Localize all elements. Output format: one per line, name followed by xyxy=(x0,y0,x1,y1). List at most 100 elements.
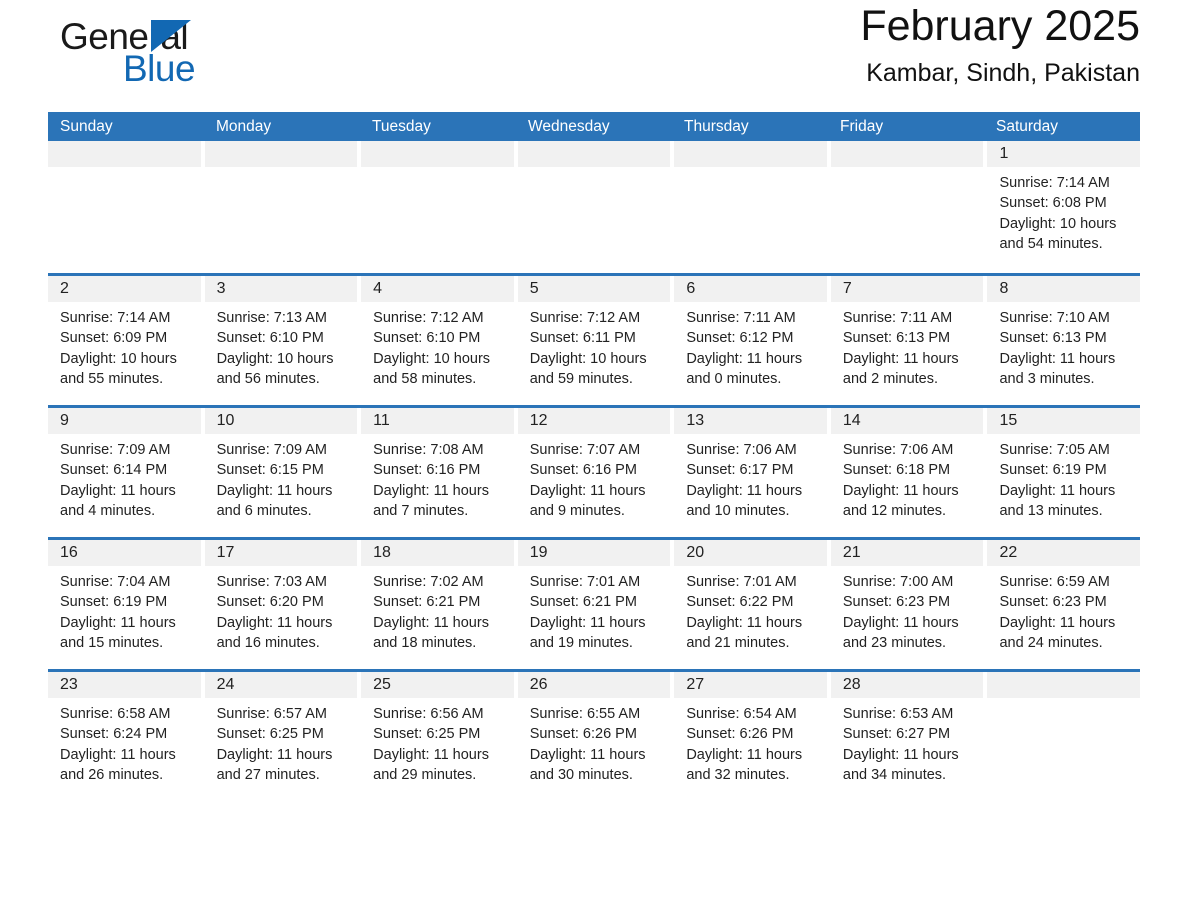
day-cell[interactable]: 5 Sunrise: 7:12 AM Sunset: 6:11 PM Daylight… xyxy=(517,276,671,405)
day-cell[interactable]: 17 Sunrise: 7:03 AM Sunset: 6:20 PM Dayligh… xyxy=(204,540,358,669)
day-info: Sunrise: 6:57 AM Sunset: 6:25 PM Daylight:… xyxy=(205,698,358,785)
day-cell[interactable]: 9 Sunrise: 7:09 AM Sunset: 6:14 PM Daylight… xyxy=(48,408,201,537)
daylight-text: Daylight: 10 hours and 59 minutes. xyxy=(529,350,647,387)
day-cell[interactable]: 22 Sunrise: 6:59 AM Sunset: 6:23 PM Dayligh… xyxy=(987,540,1141,669)
day-cell[interactable]: 21 Sunrise: 7:00 AM Sunset: 6:23 PM Dayligh… xyxy=(830,540,984,669)
day-info: Sunrise: 7:11 AM Sunset: 6:12 PM Daylight:… xyxy=(674,302,827,389)
daylight-text: Daylight: 11 hours and 32 minutes. xyxy=(686,746,803,783)
sunset-text: Sunset: 6:19 PM xyxy=(60,594,168,611)
weekday-header-row: Sunday Monday Tuesday Wednesday Thursday Frid… xyxy=(48,112,1140,141)
day-number: 7 xyxy=(842,280,852,297)
day-number-band: 1 xyxy=(987,141,1141,167)
day-cell[interactable]: 13 Sunrise: 7:06 AM Sunset: 6:17 PM Dayligh… xyxy=(674,408,827,537)
sunset-text: Sunset: 6:16 PM xyxy=(373,462,481,479)
day-cell[interactable]: 24 Sunrise: 6:57 AM Sunset: 6:25 PM Dayligh… xyxy=(204,672,358,801)
day-cell[interactable]: 16 Sunrise: 7:04 AM Sunset: 6:19 PM Dayligh… xyxy=(48,540,201,669)
day-number-band: 26 xyxy=(517,672,671,698)
daylight-text: Daylight: 11 hours and 0 minutes. xyxy=(686,350,803,387)
sunrise-text: Sunrise: 6:55 AM xyxy=(529,706,641,722)
day-info: Sunrise: 7:06 AM Sunset: 6:18 PM Daylight:… xyxy=(831,434,984,521)
day-cell[interactable]: 14 Sunrise: 7:06 AM Sunset: 6:18 PM Dayligh… xyxy=(830,408,984,537)
day-cell[interactable]: 27 Sunrise: 6:54 AM Sunset: 6:26 PM Dayligh… xyxy=(674,672,827,801)
calendar-week-row: 23 Sunrise: 6:58 AM Sunset: 6:24 PM Dayligh… xyxy=(48,669,1141,801)
weekday-header-wednesday: Wednesday xyxy=(528,118,610,135)
day-info: Sunrise: 7:10 AM Sunset: 6:13 PM Daylight:… xyxy=(987,302,1140,389)
general-blue-logo[interactable]: General Blue xyxy=(48,10,248,90)
day-cell[interactable]: 2 Sunrise: 7:14 AM Sunset: 6:09 PM Daylight… xyxy=(48,276,201,405)
calendar-body: 1 Sunrise: 7:14 AM Sunset: 6:08 PM Daylight… xyxy=(48,141,1141,801)
day-number-band xyxy=(674,141,827,167)
day-cell[interactable]: 8 Sunrise: 7:10 AM Sunset: 6:13 PM Daylight… xyxy=(987,276,1141,405)
day-cell[interactable]: 3 Sunrise: 7:13 AM Sunset: 6:10 PM Daylight… xyxy=(204,276,358,405)
sunrise-text: Sunrise: 6:58 AM xyxy=(60,706,171,722)
day-cell-empty xyxy=(48,141,201,273)
day-number-band: 9 xyxy=(48,408,201,434)
day-cell[interactable]: 25 Sunrise: 6:56 AM Sunset: 6:25 PM Dayligh… xyxy=(361,672,514,801)
day-number-band: 6 xyxy=(674,276,827,302)
day-info: Sunrise: 7:14 AM Sunset: 6:09 PM Daylight:… xyxy=(48,302,201,389)
day-cell[interactable]: 20 Sunrise: 7:01 AM Sunset: 6:22 PM Dayligh… xyxy=(674,540,827,669)
day-number: 22 xyxy=(999,544,1018,561)
sunset-text: Sunset: 6:22 PM xyxy=(686,594,794,611)
sunrise-text: Sunrise: 6:59 AM xyxy=(999,574,1110,590)
day-cell[interactable]: 18 Sunrise: 7:02 AM Sunset: 6:21 PM Dayligh… xyxy=(361,540,514,669)
day-number-band: 28 xyxy=(830,672,984,698)
day-info: Sunrise: 6:53 AM Sunset: 6:27 PM Daylight:… xyxy=(831,698,984,785)
sunset-text: Sunset: 6:23 PM xyxy=(842,594,951,611)
day-cell-empty xyxy=(987,672,1141,801)
weekday-header-thursday: Thursday xyxy=(684,118,749,135)
sunrise-text: Sunrise: 7:01 AM xyxy=(529,574,641,590)
day-cell[interactable]: 28 Sunrise: 6:53 AM Sunset: 6:27 PM Dayligh… xyxy=(830,672,984,801)
day-info: Sunrise: 6:59 AM Sunset: 6:23 PM Daylight:… xyxy=(987,566,1140,653)
day-info: Sunrise: 7:12 AM Sunset: 6:10 PM Daylight:… xyxy=(361,302,514,389)
sunrise-text: Sunrise: 6:56 AM xyxy=(373,706,484,722)
day-number: 25 xyxy=(373,676,391,693)
day-number: 10 xyxy=(216,412,235,429)
daylight-text: Daylight: 11 hours and 24 minutes. xyxy=(999,614,1116,651)
day-cell[interactable]: 10 Sunrise: 7:09 AM Sunset: 6:15 PM Dayligh… xyxy=(204,408,358,537)
sunrise-text: Sunrise: 7:09 AM xyxy=(60,442,171,458)
day-cell[interactable]: 4 Sunrise: 7:12 AM Sunset: 6:10 PM Daylight… xyxy=(361,276,514,405)
day-number: 23 xyxy=(60,676,78,693)
sunset-text: Sunset: 6:24 PM xyxy=(60,726,168,743)
daylight-text: Daylight: 11 hours and 30 minutes. xyxy=(529,746,646,783)
day-number: 3 xyxy=(216,280,226,297)
day-number-band xyxy=(987,672,1141,698)
day-number: 15 xyxy=(999,412,1018,429)
day-number: 27 xyxy=(686,676,705,693)
day-number-band: 17 xyxy=(204,540,358,566)
day-info: Sunrise: 7:08 AM Sunset: 6:16 PM Daylight:… xyxy=(361,434,514,521)
day-number-band: 16 xyxy=(48,540,201,566)
day-cell[interactable]: 23 Sunrise: 6:58 AM Sunset: 6:24 PM Dayligh… xyxy=(48,672,201,801)
day-info: Sunrise: 7:09 AM Sunset: 6:15 PM Daylight:… xyxy=(205,434,358,521)
day-number: 13 xyxy=(686,412,705,429)
sunrise-text: Sunrise: 7:14 AM xyxy=(999,175,1110,191)
day-number: 12 xyxy=(529,412,548,429)
day-number: 17 xyxy=(216,544,235,561)
sunset-text: Sunset: 6:16 PM xyxy=(529,462,637,479)
day-cell[interactable]: 6 Sunrise: 7:11 AM Sunset: 6:12 PM Daylight… xyxy=(674,276,827,405)
day-cell[interactable]: 19 Sunrise: 7:01 AM Sunset: 6:21 PM Dayligh… xyxy=(517,540,671,669)
day-cell[interactable]: 15 Sunrise: 7:05 AM Sunset: 6:19 PM Dayligh… xyxy=(987,408,1141,537)
day-number-band: 25 xyxy=(361,672,514,698)
daylight-text: Daylight: 11 hours and 23 minutes. xyxy=(842,614,959,651)
day-number-band: 7 xyxy=(830,276,984,302)
day-cell[interactable]: 7 Sunrise: 7:11 AM Sunset: 6:13 PM Daylight… xyxy=(830,276,984,405)
day-cell[interactable]: 1 Sunrise: 7:14 AM Sunset: 6:08 PM Daylight… xyxy=(987,141,1141,273)
day-number: 20 xyxy=(686,544,705,561)
day-cell-empty xyxy=(361,141,514,273)
sunrise-text: Sunrise: 7:03 AM xyxy=(216,574,327,590)
day-number-band: 11 xyxy=(361,408,514,434)
day-info: Sunrise: 7:09 AM Sunset: 6:14 PM Daylight:… xyxy=(48,434,201,521)
sunset-text: Sunset: 6:18 PM xyxy=(842,462,951,479)
sunset-text: Sunset: 6:14 PM xyxy=(60,462,168,479)
day-info: Sunrise: 7:02 AM Sunset: 6:21 PM Daylight:… xyxy=(361,566,514,653)
sunset-text: Sunset: 6:26 PM xyxy=(529,726,637,743)
sunset-text: Sunset: 6:20 PM xyxy=(216,594,324,611)
day-cell[interactable]: 12 Sunrise: 7:07 AM Sunset: 6:16 PM Dayligh… xyxy=(517,408,671,537)
day-cell[interactable]: 11 Sunrise: 7:08 AM Sunset: 6:16 PM Dayligh… xyxy=(361,408,514,537)
sunset-text: Sunset: 6:25 PM xyxy=(373,726,481,743)
day-cell[interactable]: 26 Sunrise: 6:55 AM Sunset: 6:26 PM Dayligh… xyxy=(517,672,671,801)
sunset-text: Sunset: 6:12 PM xyxy=(686,330,794,347)
daylight-text: Daylight: 10 hours and 55 minutes. xyxy=(60,350,177,387)
